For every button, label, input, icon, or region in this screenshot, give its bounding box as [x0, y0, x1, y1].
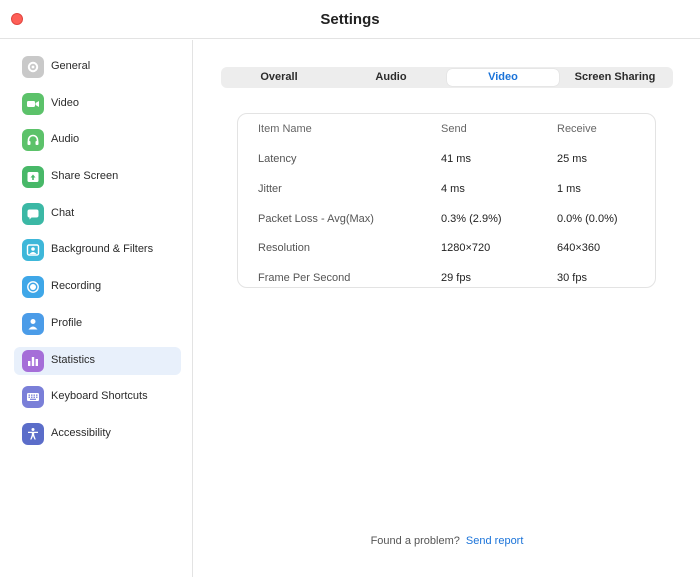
sidebar-item-audio[interactable]: Audio	[14, 126, 181, 154]
sidebar-item-keyboard-shortcuts[interactable]: Keyboard Shortcuts	[14, 383, 181, 411]
tab-screen-sharing[interactable]: Screen Sharing	[559, 69, 671, 86]
footer-text: Found a problem?	[370, 535, 460, 547]
record-icon	[22, 276, 44, 299]
keyboard-icon	[22, 386, 44, 409]
sidebar-item-label: Background & Filters	[51, 243, 154, 256]
tab-audio[interactable]: Audio	[335, 69, 447, 86]
sidebar-item-accessibility[interactable]: Accessibility	[14, 420, 181, 448]
sidebar-item-label: Profile	[51, 316, 83, 329]
column-header: Item Name	[258, 123, 312, 135]
table-header-row: Item Name Send Receive	[238, 119, 657, 139]
sidebar-item-label: Statistics	[51, 353, 96, 366]
statistics-tabs: Overall Audio Video Screen Sharing	[221, 67, 673, 88]
table-cell: 25 ms	[557, 153, 587, 165]
sidebar-item-label: Audio	[51, 133, 80, 146]
table-cell: Latency	[258, 153, 297, 165]
accessibility-icon	[22, 422, 44, 445]
table-row: Resolution 1280×720 640×360	[238, 238, 657, 258]
sidebar-item-profile[interactable]: Profile	[14, 310, 181, 338]
sidebar-item-label: Chat	[51, 206, 75, 219]
tab-overall[interactable]: Overall	[223, 69, 335, 86]
background-icon	[22, 239, 44, 262]
gear-icon	[22, 56, 44, 78]
sidebar-item-label: Accessibility	[51, 426, 111, 439]
sidebar-item-chat[interactable]: Chat	[14, 200, 181, 228]
table-cell: Packet Loss - Avg(Max)	[258, 213, 374, 225]
sidebar-item-background-and-filters[interactable]: Background & Filters	[14, 236, 181, 264]
table-row: Latency 41 ms 25 ms	[238, 149, 657, 169]
sidebar-item-label: Share Screen	[51, 170, 119, 183]
sidebar-item-label: Video	[51, 96, 79, 109]
table-cell: 1 ms	[557, 183, 581, 195]
main-panel: Overall Audio Video Screen Sharing Item Nam…	[194, 40, 700, 577]
table-cell: 1280×720	[441, 242, 491, 254]
table-cell: Resolution	[258, 242, 310, 254]
table-cell: 30 fps	[557, 272, 587, 284]
sidebar-item-label: General	[51, 60, 91, 72]
sidebar-item-video[interactable]: Video	[14, 90, 181, 118]
send-report-link[interactable]: Send report	[466, 535, 523, 547]
statistics-icon	[22, 349, 44, 372]
column-header: Receive	[557, 123, 597, 135]
share-screen-icon	[22, 166, 44, 189]
settings-window: Settings General Video Audio Share Screen Ch…	[0, 0, 700, 577]
table-cell: Jitter	[258, 183, 282, 195]
table-row: Packet Loss - Avg(Max) 0.3% (2.9%) 0.0% (0…	[238, 209, 657, 229]
sidebar-item-label: Keyboard Shortcuts	[51, 390, 148, 403]
table-row: Frame Per Second 29 fps 30 fps	[238, 268, 657, 288]
table-row: Jitter 4 ms 1 ms	[238, 179, 657, 199]
sidebar-list: General Video Audio Share Screen Chat Backgro…	[14, 53, 181, 457]
chat-icon	[22, 202, 44, 225]
title-bar: Settings	[0, 0, 700, 39]
table-cell: 0.0% (0.0%)	[557, 213, 618, 225]
window-title: Settings	[320, 11, 380, 28]
sidebar-item-recording[interactable]: Recording	[14, 273, 181, 301]
footer: Found a problem? Send report	[194, 535, 700, 547]
profile-icon	[22, 312, 44, 335]
table-cell: 29 fps	[441, 272, 471, 284]
table-cell: 41 ms	[441, 153, 471, 165]
sidebar-item-label: Recording	[51, 280, 102, 293]
statistics-table: Item Name Send Receive Latency 41 ms 25 ms Jit…	[237, 113, 656, 288]
settings-sidebar: General Video Audio Share Screen Chat Backgro…	[0, 40, 193, 577]
table-cell: 640×360	[557, 242, 601, 254]
sidebar-item-general[interactable]: General	[14, 53, 181, 81]
sidebar-item-share-screen[interactable]: Share Screen	[14, 163, 181, 191]
table-cell: 4 ms	[441, 183, 465, 195]
headphones-icon	[22, 129, 44, 152]
column-header: Send	[441, 123, 467, 135]
sidebar-item-statistics[interactable]: Statistics	[14, 346, 181, 375]
tab-video[interactable]: Video	[447, 69, 559, 86]
video-camera-icon	[22, 92, 44, 115]
table-cell: Frame Per Second	[258, 272, 351, 284]
table-cell: 0.3% (2.9%)	[441, 213, 502, 225]
